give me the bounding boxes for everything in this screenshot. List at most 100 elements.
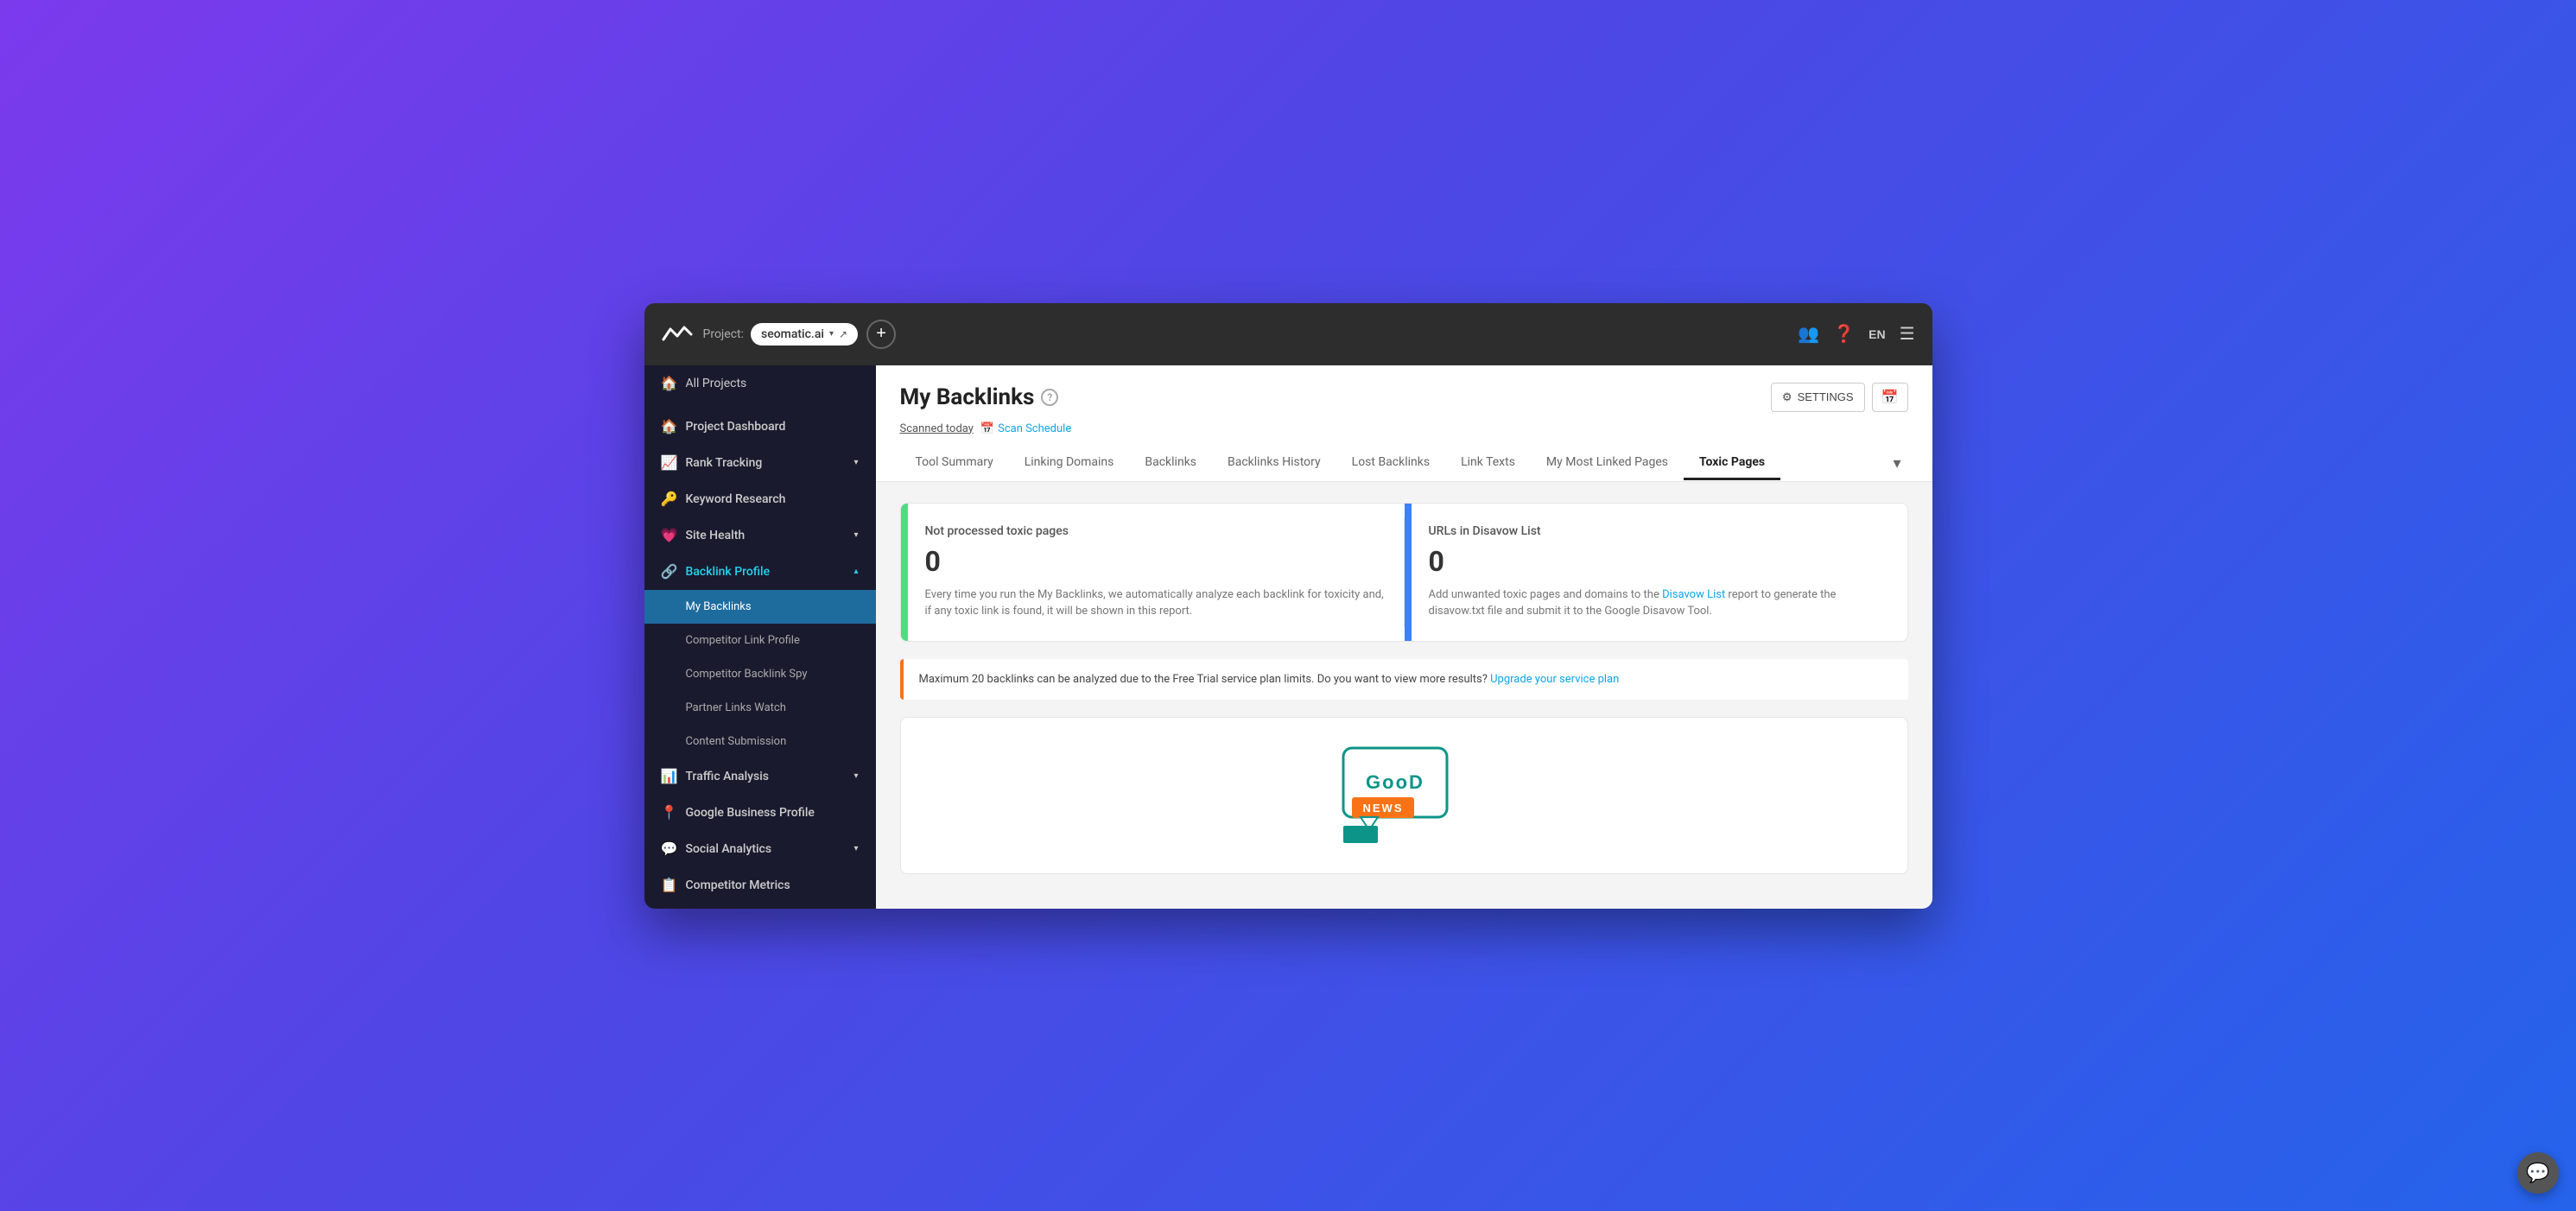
rank-tracking-icon: 📈: [662, 455, 677, 471]
sidebar-item-rank-tracking[interactable]: 📈 Rank Tracking ▾: [644, 445, 876, 481]
scanned-today-label: Scanned today: [900, 422, 974, 435]
sidebar-item-all-projects[interactable]: 🏠 All Projects: [644, 365, 876, 402]
green-stripe: [901, 504, 908, 641]
sidebar-item-social-analytics[interactable]: 💬 Social Analytics ▾: [644, 831, 876, 867]
sidebar-label-project-dashboard: Project Dashboard: [686, 420, 786, 434]
settings-btn-label: SETTINGS: [1798, 390, 1854, 403]
upgrade-link[interactable]: Upgrade your service plan: [1490, 673, 1619, 686]
chevron-down-icon: ▾: [829, 329, 834, 339]
help-icon[interactable]: ❓: [1833, 323, 1855, 345]
external-link-icon: ↗: [839, 328, 847, 340]
sidebar-label-competitor-metrics: Competitor Metrics: [686, 878, 790, 892]
sidebar-item-my-backlinks[interactable]: My Backlinks: [644, 590, 876, 624]
all-projects-label: All Projects: [686, 377, 747, 390]
card-desc-not-processed: Every time you run the My Backlinks, we …: [925, 586, 1386, 620]
tab-backlinks[interactable]: Backlinks: [1129, 447, 1212, 480]
stat-card-not-processed: Not processed toxic pages 0 Every time y…: [901, 504, 1404, 641]
sidebar-label-my-backlinks: My Backlinks: [686, 600, 752, 613]
page-title-text: My Backlinks: [900, 384, 1035, 410]
sidebar-item-site-health[interactable]: 💗 Site Health ▾: [644, 517, 876, 554]
sidebar-item-journal-of-events[interactable]: 📅 Journal of Events: [644, 903, 876, 909]
help-circle-icon[interactable]: ?: [1041, 389, 1058, 406]
sidebar-item-content-submission[interactable]: Content Submission: [644, 725, 876, 758]
card-content-urls-disavow: URLs in Disavow List 0 Add unwanted toxi…: [1412, 504, 1907, 641]
menu-icon[interactable]: ☰: [1900, 323, 1915, 345]
tab-tool-summary[interactable]: Tool Summary: [900, 447, 1009, 480]
alert-banner: Maximum 20 backlinks can be analyzed due…: [900, 659, 1908, 701]
good-news-section: GooD NEWS: [900, 717, 1908, 874]
title-row: My Backlinks ? ⚙ SETTINGS 📅: [900, 383, 1908, 412]
sidebar-item-project-dashboard[interactable]: 🏠 Project Dashboard: [644, 409, 876, 445]
settings-button[interactable]: ⚙ SETTINGS: [1771, 383, 1865, 412]
sidebar-label-competitor-link-profile: Competitor Link Profile: [686, 634, 800, 647]
sidebar: 🏠 All Projects 🏠 Project Dashboard 📈 Ran…: [644, 365, 876, 909]
sidebar-label-content-submission: Content Submission: [686, 735, 787, 748]
top-bar: Project: seomatic.ai ▾ ↗ + 👥 ❓ EN ☰: [644, 303, 1932, 365]
card-value-urls-disavow: 0: [1429, 545, 1890, 578]
sidebar-item-competitor-metrics[interactable]: 📋 Competitor Metrics: [644, 867, 876, 903]
add-project-button[interactable]: +: [866, 320, 896, 349]
tabs-more-button[interactable]: ▾: [1886, 446, 1907, 481]
sidebar-item-partner-links-watch[interactable]: Partner Links Watch: [644, 691, 876, 725]
chevron-right-icon: ▾: [853, 458, 858, 467]
sidebar-item-keyword-research[interactable]: 🔑 Keyword Research: [644, 481, 876, 517]
project-selector[interactable]: seomatic.ai ▾ ↗: [751, 323, 858, 346]
project-label: Project:: [703, 327, 745, 341]
sidebar-item-competitor-backlink-spy[interactable]: Competitor Backlink Spy: [644, 657, 876, 691]
google-business-icon: 📍: [662, 805, 677, 821]
calendar-button[interactable]: 📅: [1872, 383, 1908, 412]
backlink-icon: 🔗: [662, 564, 677, 580]
stat-cards: Not processed toxic pages 0 Every time y…: [900, 503, 1908, 642]
chevron-right-social: ▾: [853, 844, 858, 853]
content-area: My Backlinks ? ⚙ SETTINGS 📅 Scan: [876, 365, 1932, 909]
sidebar-item-traffic-analysis[interactable]: 📊 Traffic Analysis ▾: [644, 758, 876, 795]
stat-card-urls-disavow: URLs in Disavow List 0 Add unwanted toxi…: [1405, 504, 1907, 641]
tab-linking-domains[interactable]: Linking Domains: [1009, 447, 1130, 480]
chevron-right-traffic: ▾: [853, 771, 858, 781]
home-icon: 🏠: [662, 376, 677, 391]
sidebar-label-keyword-research: Keyword Research: [686, 492, 786, 506]
competitor-metrics-icon: 📋: [662, 878, 677, 893]
svg-text:NEWS: NEWS: [1363, 802, 1404, 815]
sidebar-item-google-business[interactable]: 📍 Google Business Profile: [644, 795, 876, 831]
users-icon[interactable]: 👥: [1798, 323, 1819, 345]
scan-schedule-link[interactable]: 📅 Scan Schedule: [980, 422, 1071, 435]
good-news-illustration: GooD NEWS: [1309, 718, 1499, 873]
tab-backlinks-history[interactable]: Backlinks History: [1212, 447, 1336, 480]
sidebar-label-google-business: Google Business Profile: [686, 806, 815, 820]
keyword-icon: 🔑: [662, 491, 677, 507]
tab-lost-backlinks[interactable]: Lost Backlinks: [1336, 447, 1445, 480]
card-content-not-processed: Not processed toxic pages 0 Every time y…: [908, 504, 1404, 641]
sidebar-label-rank-tracking: Rank Tracking: [686, 456, 763, 470]
gear-icon: ⚙: [1782, 390, 1792, 404]
card-value-not-processed: 0: [925, 545, 1386, 578]
site-health-icon: 💗: [662, 528, 677, 543]
sidebar-label-backlink-profile: Backlink Profile: [686, 565, 771, 579]
card-desc-urls-disavow: Add unwanted toxic pages and domains to …: [1429, 586, 1890, 620]
svg-text:GooD: GooD: [1366, 771, 1424, 793]
chevron-up-icon: ▴: [853, 567, 858, 576]
scan-info: Scanned today 📅 Scan Schedule: [900, 422, 1908, 435]
language-button[interactable]: EN: [1869, 327, 1885, 341]
alert-text: Maximum 20 backlinks can be analyzed due…: [919, 673, 1488, 686]
project-name: seomatic.ai: [761, 327, 824, 341]
disavow-list-link[interactable]: Disavow List: [1662, 588, 1725, 601]
tab-my-most-linked-pages[interactable]: My Most Linked Pages: [1531, 447, 1684, 480]
page-title: My Backlinks ?: [900, 384, 1059, 410]
traffic-icon: 📊: [662, 769, 677, 784]
main-layout: 🏠 All Projects 🏠 Project Dashboard 📈 Ran…: [644, 365, 1932, 909]
tab-link-texts[interactable]: Link Texts: [1445, 447, 1531, 480]
tabs-bar: Tool Summary Linking Domains Backlinks B…: [900, 446, 1908, 481]
card-label-urls-disavow: URLs in Disavow List: [1429, 524, 1890, 538]
sidebar-item-competitor-link-profile[interactable]: Competitor Link Profile: [644, 624, 876, 657]
chat-fab-button[interactable]: 💬: [2517, 1152, 2559, 1194]
sidebar-label-competitor-backlink-spy: Competitor Backlink Spy: [686, 668, 808, 681]
sidebar-label-partner-links-watch: Partner Links Watch: [686, 701, 786, 714]
top-bar-actions: 👥 ❓ EN ☰: [1798, 323, 1914, 345]
chevron-down-icon-site: ▾: [853, 530, 858, 540]
tab-toxic-pages[interactable]: Toxic Pages: [1684, 447, 1780, 480]
chat-icon: 💬: [2526, 1163, 2549, 1184]
sidebar-item-backlink-profile[interactable]: 🔗 Backlink Profile ▴: [644, 554, 876, 590]
header-actions: ⚙ SETTINGS 📅: [1771, 383, 1908, 412]
logo: [662, 319, 693, 350]
